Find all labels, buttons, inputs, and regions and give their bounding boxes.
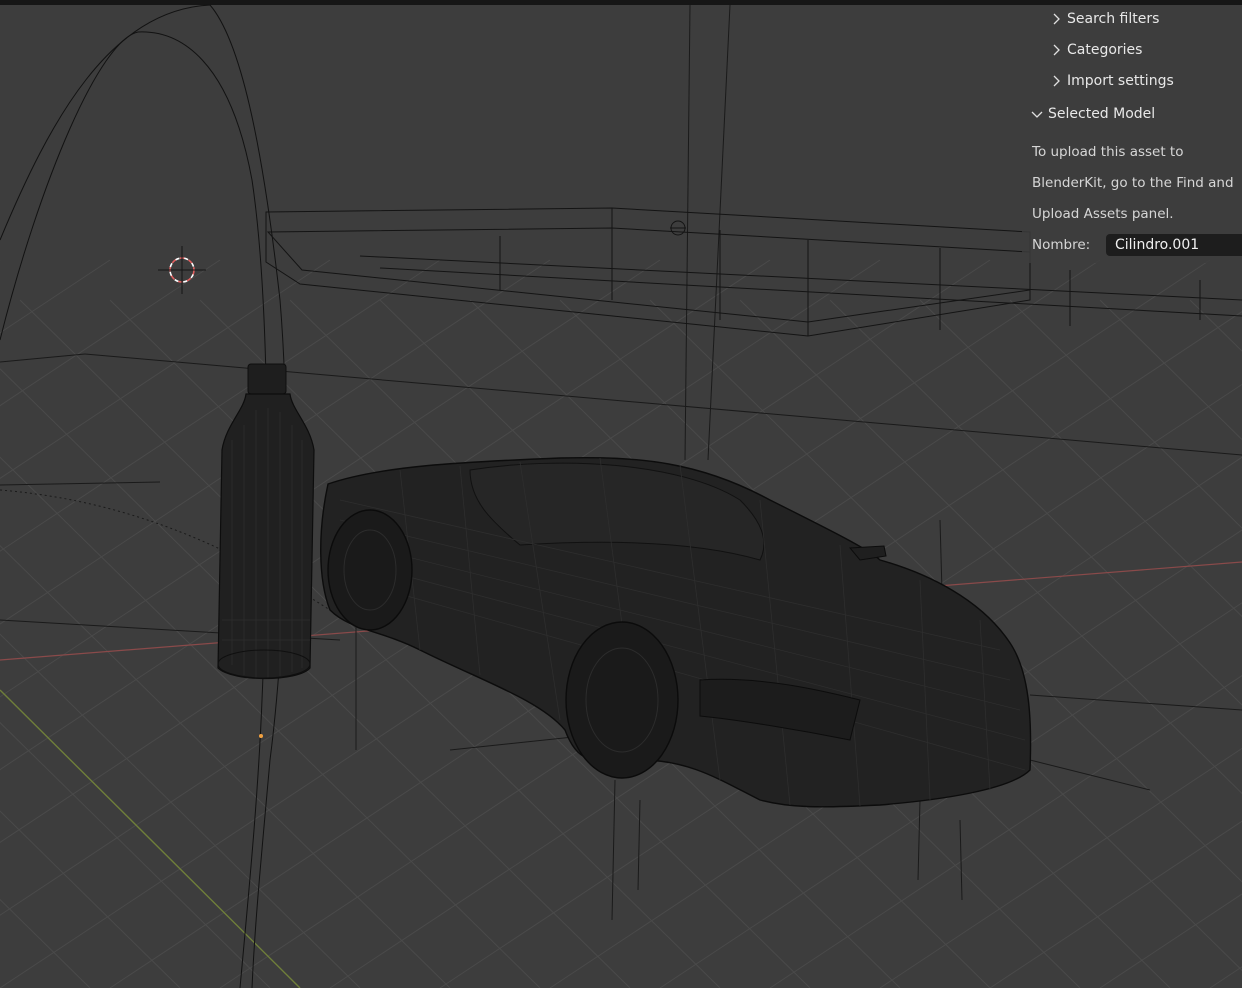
- grid-line: [989, 820, 1242, 988]
- grid-line: [1009, 299, 1242, 529]
- blender-window: Search filters Categories Import setting…: [0, 0, 1242, 988]
- name-field[interactable]: Cilindro.001: [1106, 234, 1242, 256]
- origin-point: [259, 734, 263, 738]
- sidebar-panel: Search filters Categories Import setting…: [1022, 5, 1242, 263]
- section-label: Import settings: [1067, 73, 1174, 89]
- chevron-right-icon: [1050, 43, 1062, 57]
- grid-line: [1189, 299, 1242, 352]
- selected-model-section[interactable]: Selected Model: [1031, 106, 1155, 122]
- section-label: Selected Model: [1048, 106, 1156, 122]
- upload-info-line-3: Upload Assets panel.: [1032, 206, 1174, 222]
- bottle-wireframe: [217, 363, 315, 680]
- grid-line: [1209, 966, 1242, 988]
- import-settings-section[interactable]: Import settings: [1050, 73, 1174, 89]
- chevron-down-icon: [1031, 107, 1043, 121]
- chevron-right-icon: [1050, 74, 1062, 88]
- categories-section[interactable]: Categories: [1050, 42, 1142, 58]
- name-label: Nombre:: [1032, 237, 1091, 253]
- chevron-right-icon: [1050, 12, 1062, 26]
- upload-info-line-1: To upload this asset to: [1032, 144, 1184, 160]
- car-wireframe: [320, 456, 1032, 808]
- grid-line: [1099, 299, 1242, 441]
- 3d-cursor: [158, 246, 206, 294]
- section-label: Search filters: [1067, 11, 1160, 27]
- search-filters-section[interactable]: Search filters: [1050, 11, 1159, 27]
- upload-info-line-2: BlenderKit, go to the Find and: [1032, 175, 1234, 191]
- section-label: Categories: [1067, 42, 1143, 58]
- grid-line: [0, 810, 181, 988]
- grid-line: [0, 898, 91, 988]
